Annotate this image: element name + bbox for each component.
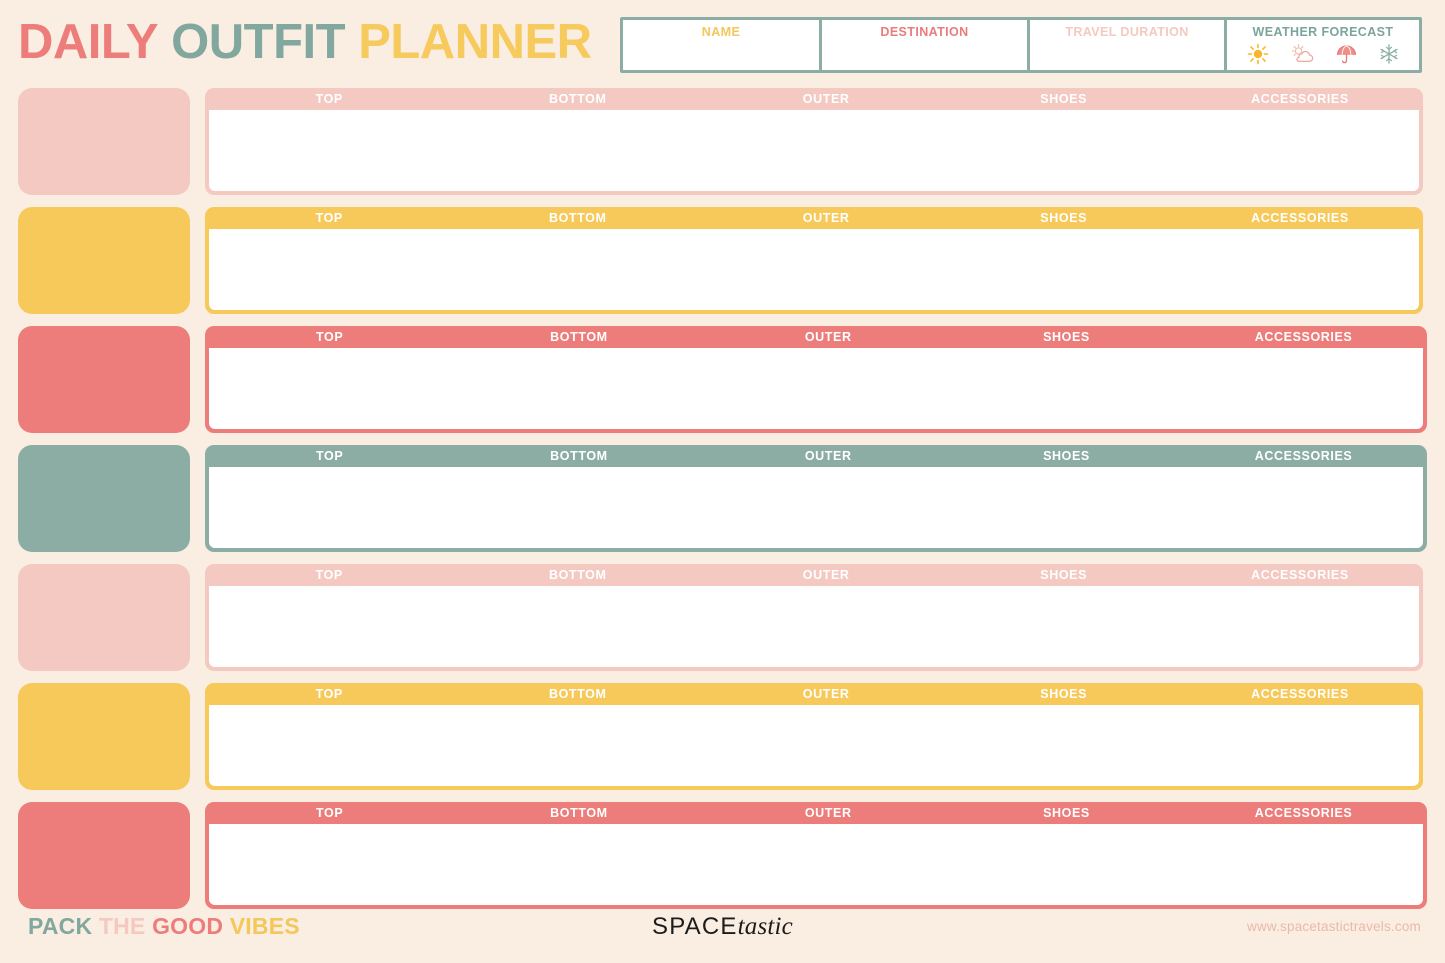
outfit-row: TOP BOTTOM OUTER SHOES ACCESSORIES (0, 558, 1445, 677)
column-header-outer: OUTER (802, 687, 850, 701)
outfit-entry-card: TOP BOTTOM OUTER SHOES ACCESSORIES (205, 207, 1423, 314)
page-footer: PACK THE GOOD VIBES SPACEtastic www.spac… (0, 893, 1445, 963)
sun-icon[interactable] (1247, 43, 1269, 65)
column-header-bottom: BOTTOM (548, 568, 607, 582)
page-header: DAILY OUTFIT PLANNER NAME DESTINATION TR… (0, 0, 1445, 82)
outfit-entry-input-area[interactable] (209, 229, 1419, 310)
title-word-planner: PLANNER (358, 15, 592, 69)
title-word-daily: DAILY (18, 15, 159, 69)
column-header-shoes: SHOES (1043, 330, 1090, 344)
day-label-box[interactable] (18, 207, 190, 314)
outfit-entry-card: TOP BOTTOM OUTER SHOES ACCESSORIES (205, 445, 1427, 552)
day-label-box[interactable] (18, 326, 190, 433)
column-header-accessories: ACCESSORIES (1251, 687, 1349, 701)
column-header-top: TOP (316, 330, 344, 344)
sun-behind-cloud-icon[interactable] (1289, 43, 1315, 65)
column-header-outer: OUTER (804, 806, 852, 820)
column-header-bar: TOP BOTTOM OUTER SHOES ACCESSORIES (205, 207, 1423, 229)
column-header-top: TOP (316, 806, 344, 820)
column-header-bottom: BOTTOM (548, 211, 607, 225)
website-url[interactable]: www.spacetastictravels.com (1247, 919, 1421, 934)
column-header-outer: OUTER (804, 330, 852, 344)
column-header-bar: TOP BOTTOM OUTER SHOES ACCESSORIES (205, 445, 1427, 467)
column-header-bar: TOP BOTTOM OUTER SHOES ACCESSORIES (205, 564, 1423, 586)
snowflake-icon[interactable] (1378, 43, 1400, 65)
column-header-accessories: ACCESSORIES (1251, 211, 1349, 225)
day-label-box[interactable] (18, 88, 190, 195)
outfit-entry-card: TOP BOTTOM OUTER SHOES ACCESSORIES (205, 564, 1423, 671)
weather-icon-group (1227, 43, 1419, 65)
column-header-shoes: SHOES (1043, 806, 1090, 820)
day-label-box[interactable] (18, 445, 190, 552)
name-field[interactable]: NAME (623, 20, 819, 70)
column-header-bottom: BOTTOM (548, 92, 607, 106)
destination-field-label: DESTINATION (880, 25, 969, 39)
column-header-shoes: SHOES (1040, 211, 1088, 225)
outfit-entry-input-area[interactable] (209, 586, 1419, 667)
outfit-entry-input-area[interactable] (209, 348, 1423, 429)
column-header-bottom: BOTTOM (550, 806, 608, 820)
column-header-shoes: SHOES (1040, 687, 1088, 701)
umbrella-icon[interactable] (1335, 43, 1358, 65)
weather-forecast-label: WEATHER FORECAST (1252, 25, 1394, 39)
column-header-accessories: ACCESSORIES (1251, 568, 1349, 582)
column-header-top: TOP (315, 211, 343, 225)
outfit-entry-input-area[interactable] (209, 110, 1419, 191)
column-header-top: TOP (315, 92, 343, 106)
column-header-bar: TOP BOTTOM OUTER SHOES ACCESSORIES (205, 683, 1423, 705)
outfit-row: TOP BOTTOM OUTER SHOES ACCESSORIES (0, 320, 1445, 439)
outfit-rows-container: TOP BOTTOM OUTER SHOES ACCESSORIES TOP BOTTOM O… (0, 82, 1445, 915)
header-fields-group: NAME DESTINATION TRAVEL DURATION WEATHER… (620, 17, 1422, 73)
column-header-bar: TOP BOTTOM OUTER SHOES ACCESSORIES (205, 326, 1427, 348)
column-header-accessories: ACCESSORIES (1254, 330, 1353, 344)
brand-logo: SPACEtastic (0, 913, 1445, 941)
column-header-shoes: SHOES (1040, 568, 1088, 582)
column-header-top: TOP (315, 687, 343, 701)
name-field-label: NAME (701, 25, 741, 39)
column-header-bottom: BOTTOM (550, 330, 608, 344)
column-header-bottom: BOTTOM (548, 687, 607, 701)
outfit-entry-card: TOP BOTTOM OUTER SHOES ACCESSORIES (205, 326, 1427, 433)
travel-duration-field[interactable]: TRAVEL DURATION (1030, 20, 1224, 70)
column-header-outer: OUTER (802, 568, 850, 582)
outfit-entry-input-area[interactable] (209, 467, 1423, 548)
travel-duration-field-label: TRAVEL DURATION (1065, 25, 1189, 39)
outfit-entry-input-area[interactable] (209, 705, 1419, 786)
weather-forecast-field[interactable]: WEATHER FORECAST (1227, 20, 1419, 70)
column-header-outer: OUTER (802, 211, 850, 225)
column-header-accessories: ACCESSORIES (1254, 806, 1353, 820)
column-header-bottom: BOTTOM (550, 449, 608, 463)
page-title: DAILY OUTFIT PLANNER (18, 14, 592, 70)
column-header-top: TOP (316, 449, 344, 463)
column-header-shoes: SHOES (1040, 92, 1088, 106)
outfit-entry-card: TOP BOTTOM OUTER SHOES ACCESSORIES (205, 88, 1423, 195)
column-header-shoes: SHOES (1043, 449, 1090, 463)
outfit-row: TOP BOTTOM OUTER SHOES ACCESSORIES (0, 439, 1445, 558)
outfit-row: TOP BOTTOM OUTER SHOES ACCESSORIES (0, 677, 1445, 796)
day-label-box[interactable] (18, 683, 190, 790)
column-header-bar: TOP BOTTOM OUTER SHOES ACCESSORIES (205, 88, 1423, 110)
day-label-box[interactable] (18, 564, 190, 671)
column-header-accessories: ACCESSORIES (1254, 449, 1353, 463)
column-header-outer: OUTER (802, 92, 850, 106)
brand-logo-space: SPACE (652, 913, 738, 940)
brand-logo-tastic: tastic (737, 913, 793, 940)
outfit-row: TOP BOTTOM OUTER SHOES ACCESSORIES (0, 82, 1445, 201)
column-header-top: TOP (315, 568, 343, 582)
outfit-row: TOP BOTTOM OUTER SHOES ACCESSORIES (0, 201, 1445, 320)
column-header-accessories: ACCESSORIES (1251, 92, 1349, 106)
column-header-outer: OUTER (804, 449, 852, 463)
outfit-entry-card: TOP BOTTOM OUTER SHOES ACCESSORIES (205, 683, 1423, 790)
destination-field[interactable]: DESTINATION (822, 20, 1027, 70)
title-word-outfit: OUTFIT (171, 15, 346, 69)
column-header-bar: TOP BOTTOM OUTER SHOES ACCESSORIES (205, 802, 1427, 824)
